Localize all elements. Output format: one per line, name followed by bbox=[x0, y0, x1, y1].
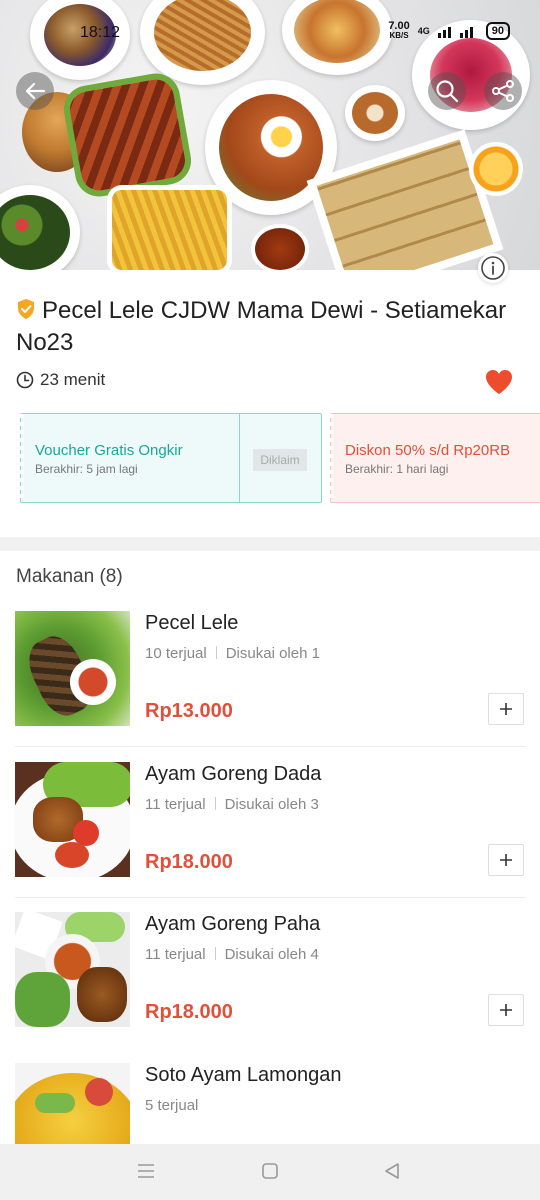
item-meta: 11 terjual Disukai oleh 3 bbox=[145, 796, 319, 813]
voucher-discount[interactable]: Diskon 50% s/d Rp20RB Berakhir: 1 hari l… bbox=[330, 413, 540, 503]
item-name: Soto Ayam Lamongan bbox=[145, 1064, 342, 1086]
orange-juice-image bbox=[469, 142, 523, 196]
store-name: Pecel Lele CJDW Mama Dewi - Setiamekar N… bbox=[16, 297, 507, 356]
item-price: Rp18.000 bbox=[145, 851, 233, 873]
item-sold: 11 terjual bbox=[145, 796, 206, 813]
signal-icon bbox=[437, 27, 473, 38]
item-sold: 11 terjual bbox=[145, 946, 206, 963]
meta-divider bbox=[214, 947, 216, 960]
item-meta: 10 terjual Disukai oleh 1 bbox=[145, 645, 320, 662]
coffee-cup-image bbox=[345, 85, 405, 141]
item-name: Ayam Goreng Dada bbox=[145, 763, 322, 785]
menu-item[interactable]: Ayam Goreng Paha 11 terjual Disukai oleh … bbox=[0, 912, 540, 1062]
store-banner: 18:12 7.00 KB/S 4G 90 bbox=[0, 0, 540, 270]
item-price: Rp13.000 bbox=[145, 700, 233, 722]
martabak-image bbox=[316, 139, 494, 270]
item-divider bbox=[15, 897, 526, 898]
info-icon bbox=[481, 256, 505, 280]
salad-image bbox=[0, 185, 80, 270]
back-button[interactable] bbox=[16, 72, 54, 110]
steak-image bbox=[67, 76, 188, 194]
item-meta: 5 terjual bbox=[145, 1097, 198, 1114]
meta-divider bbox=[214, 797, 216, 810]
item-name: Pecel Lele bbox=[145, 612, 239, 634]
status-bar: 18:12 7.00 KB/S 4G 90 bbox=[0, 18, 540, 48]
item-divider bbox=[15, 746, 526, 747]
speed-unit: KB/S bbox=[389, 31, 409, 40]
info-button[interactable] bbox=[478, 253, 508, 283]
voucher-expiry: Berakhir: 1 hari lagi bbox=[345, 462, 449, 476]
menu-item[interactable]: Ayam Goreng Dada 11 terjual Disukai oleh … bbox=[0, 762, 540, 912]
voucher-expiry: Berakhir: 5 jam lagi bbox=[35, 462, 138, 476]
item-photo bbox=[15, 762, 130, 877]
fries-image bbox=[112, 190, 227, 270]
system-nav-bar bbox=[0, 1144, 540, 1200]
plus-icon bbox=[500, 854, 512, 866]
menu-item[interactable]: Pecel Lele 10 terjual Disukai oleh 1 Rp13… bbox=[0, 611, 540, 761]
favorite-button[interactable] bbox=[484, 368, 514, 401]
section-separator bbox=[0, 537, 540, 551]
network-type: 4G bbox=[417, 26, 430, 36]
item-liked: Disukai oleh 3 bbox=[224, 796, 319, 813]
delivery-time: 23 menit bbox=[16, 370, 105, 390]
back-icon[interactable] bbox=[382, 1162, 402, 1180]
share-icon bbox=[492, 80, 514, 102]
add-to-cart-button[interactable] bbox=[488, 693, 524, 725]
home-icon[interactable] bbox=[260, 1162, 280, 1180]
add-to-cart-button[interactable] bbox=[488, 994, 524, 1026]
voucher-title: Voucher Gratis Ongkir bbox=[35, 442, 183, 459]
verified-badge-icon bbox=[16, 298, 36, 328]
menu-icon[interactable] bbox=[136, 1162, 156, 1180]
plus-icon bbox=[500, 703, 512, 715]
battery-indicator: 90 bbox=[485, 22, 510, 40]
tea-cup-image bbox=[255, 228, 305, 270]
item-price: Rp18.000 bbox=[145, 1001, 233, 1023]
voucher-free-shipping[interactable]: Voucher Gratis Ongkir Berakhir: 5 jam la… bbox=[20, 413, 322, 503]
meta-divider bbox=[215, 646, 217, 659]
search-button[interactable] bbox=[428, 72, 466, 110]
store-title: Pecel Lele CJDW Mama Dewi - Setiamekar N… bbox=[16, 296, 516, 358]
item-photo bbox=[15, 912, 130, 1027]
item-photo bbox=[15, 611, 130, 726]
claimed-button[interactable]: Diklaim bbox=[253, 449, 307, 471]
heart-icon bbox=[486, 370, 512, 394]
item-meta: 11 terjual Disukai oleh 4 bbox=[145, 946, 319, 963]
item-name: Ayam Goreng Paha bbox=[145, 913, 321, 935]
voucher-title: Diskon 50% s/d Rp20RB bbox=[345, 442, 511, 459]
status-time: 18:12 bbox=[80, 24, 121, 41]
back-arrow-icon bbox=[25, 82, 46, 100]
item-sold: 10 terjual bbox=[145, 645, 207, 662]
item-sold: 5 terjual bbox=[145, 1097, 199, 1114]
clock-icon bbox=[16, 371, 34, 389]
section-title: Makanan (8) bbox=[16, 566, 123, 587]
plus-icon bbox=[500, 1004, 512, 1016]
item-liked: Disukai oleh 4 bbox=[224, 946, 319, 963]
voucher-divider bbox=[239, 414, 240, 502]
add-to-cart-button[interactable] bbox=[488, 844, 524, 876]
item-liked: Disukai oleh 1 bbox=[225, 645, 320, 662]
menu-item[interactable]: Soto Ayam Lamongan 5 terjual bbox=[0, 1063, 540, 1144]
network-speed: 7.00 KB/S bbox=[388, 20, 410, 41]
item-photo bbox=[15, 1063, 130, 1144]
speed-value: 7.00 bbox=[388, 20, 410, 32]
delivery-time-text: 23 menit bbox=[40, 370, 106, 389]
search-icon bbox=[436, 80, 459, 103]
share-button[interactable] bbox=[484, 72, 522, 110]
